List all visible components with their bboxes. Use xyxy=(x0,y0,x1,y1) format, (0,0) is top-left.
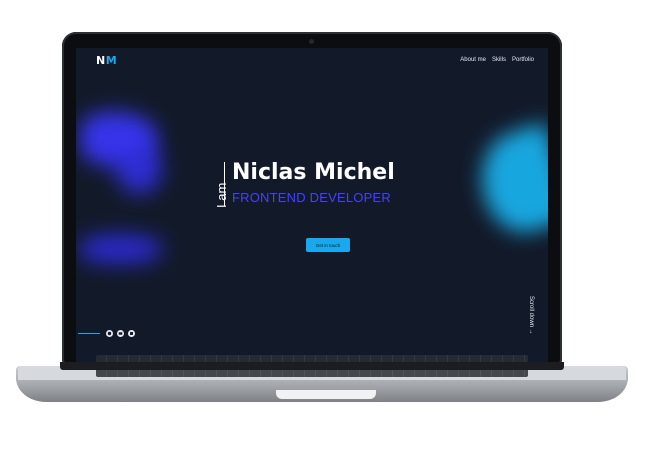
logo-initial-first: N xyxy=(96,54,106,67)
hero-divider xyxy=(224,162,225,206)
hero-role: FRONTEND DEVELOPER xyxy=(232,190,391,205)
hero-prefix: I am xyxy=(214,182,229,208)
purple-blob-bottom xyxy=(78,234,162,264)
lid-opening-notch xyxy=(276,390,376,399)
logo-initial-second: M xyxy=(105,54,118,67)
nav-skills[interactable]: Skills xyxy=(492,57,506,63)
scroll-down-link[interactable]: Scroll down → xyxy=(528,296,534,335)
site-logo[interactable]: NM xyxy=(96,54,117,67)
main-nav: About me Skills Portfolio xyxy=(460,57,534,63)
cyan-blob xyxy=(468,122,548,242)
social-links xyxy=(78,330,135,337)
hero-name: Niclas Michel xyxy=(232,160,395,185)
nav-about-me[interactable]: About me xyxy=(460,57,486,63)
purple-blob-mid xyxy=(116,144,162,194)
laptop-hinge xyxy=(60,362,564,370)
get-in-touch-button[interactable]: Get in touch xyxy=(306,238,350,252)
webcam xyxy=(309,39,314,44)
social-accent-line xyxy=(78,333,100,334)
laptop-screen: NM About me Skills Portfolio I am Niclas… xyxy=(76,48,548,362)
laptop-lid: NM About me Skills Portfolio I am Niclas… xyxy=(62,32,562,364)
nav-portfolio[interactable]: Portfolio xyxy=(512,57,534,63)
linkedin-icon[interactable] xyxy=(128,330,135,337)
github-icon[interactable] xyxy=(106,330,113,337)
email-icon[interactable] xyxy=(117,330,124,337)
